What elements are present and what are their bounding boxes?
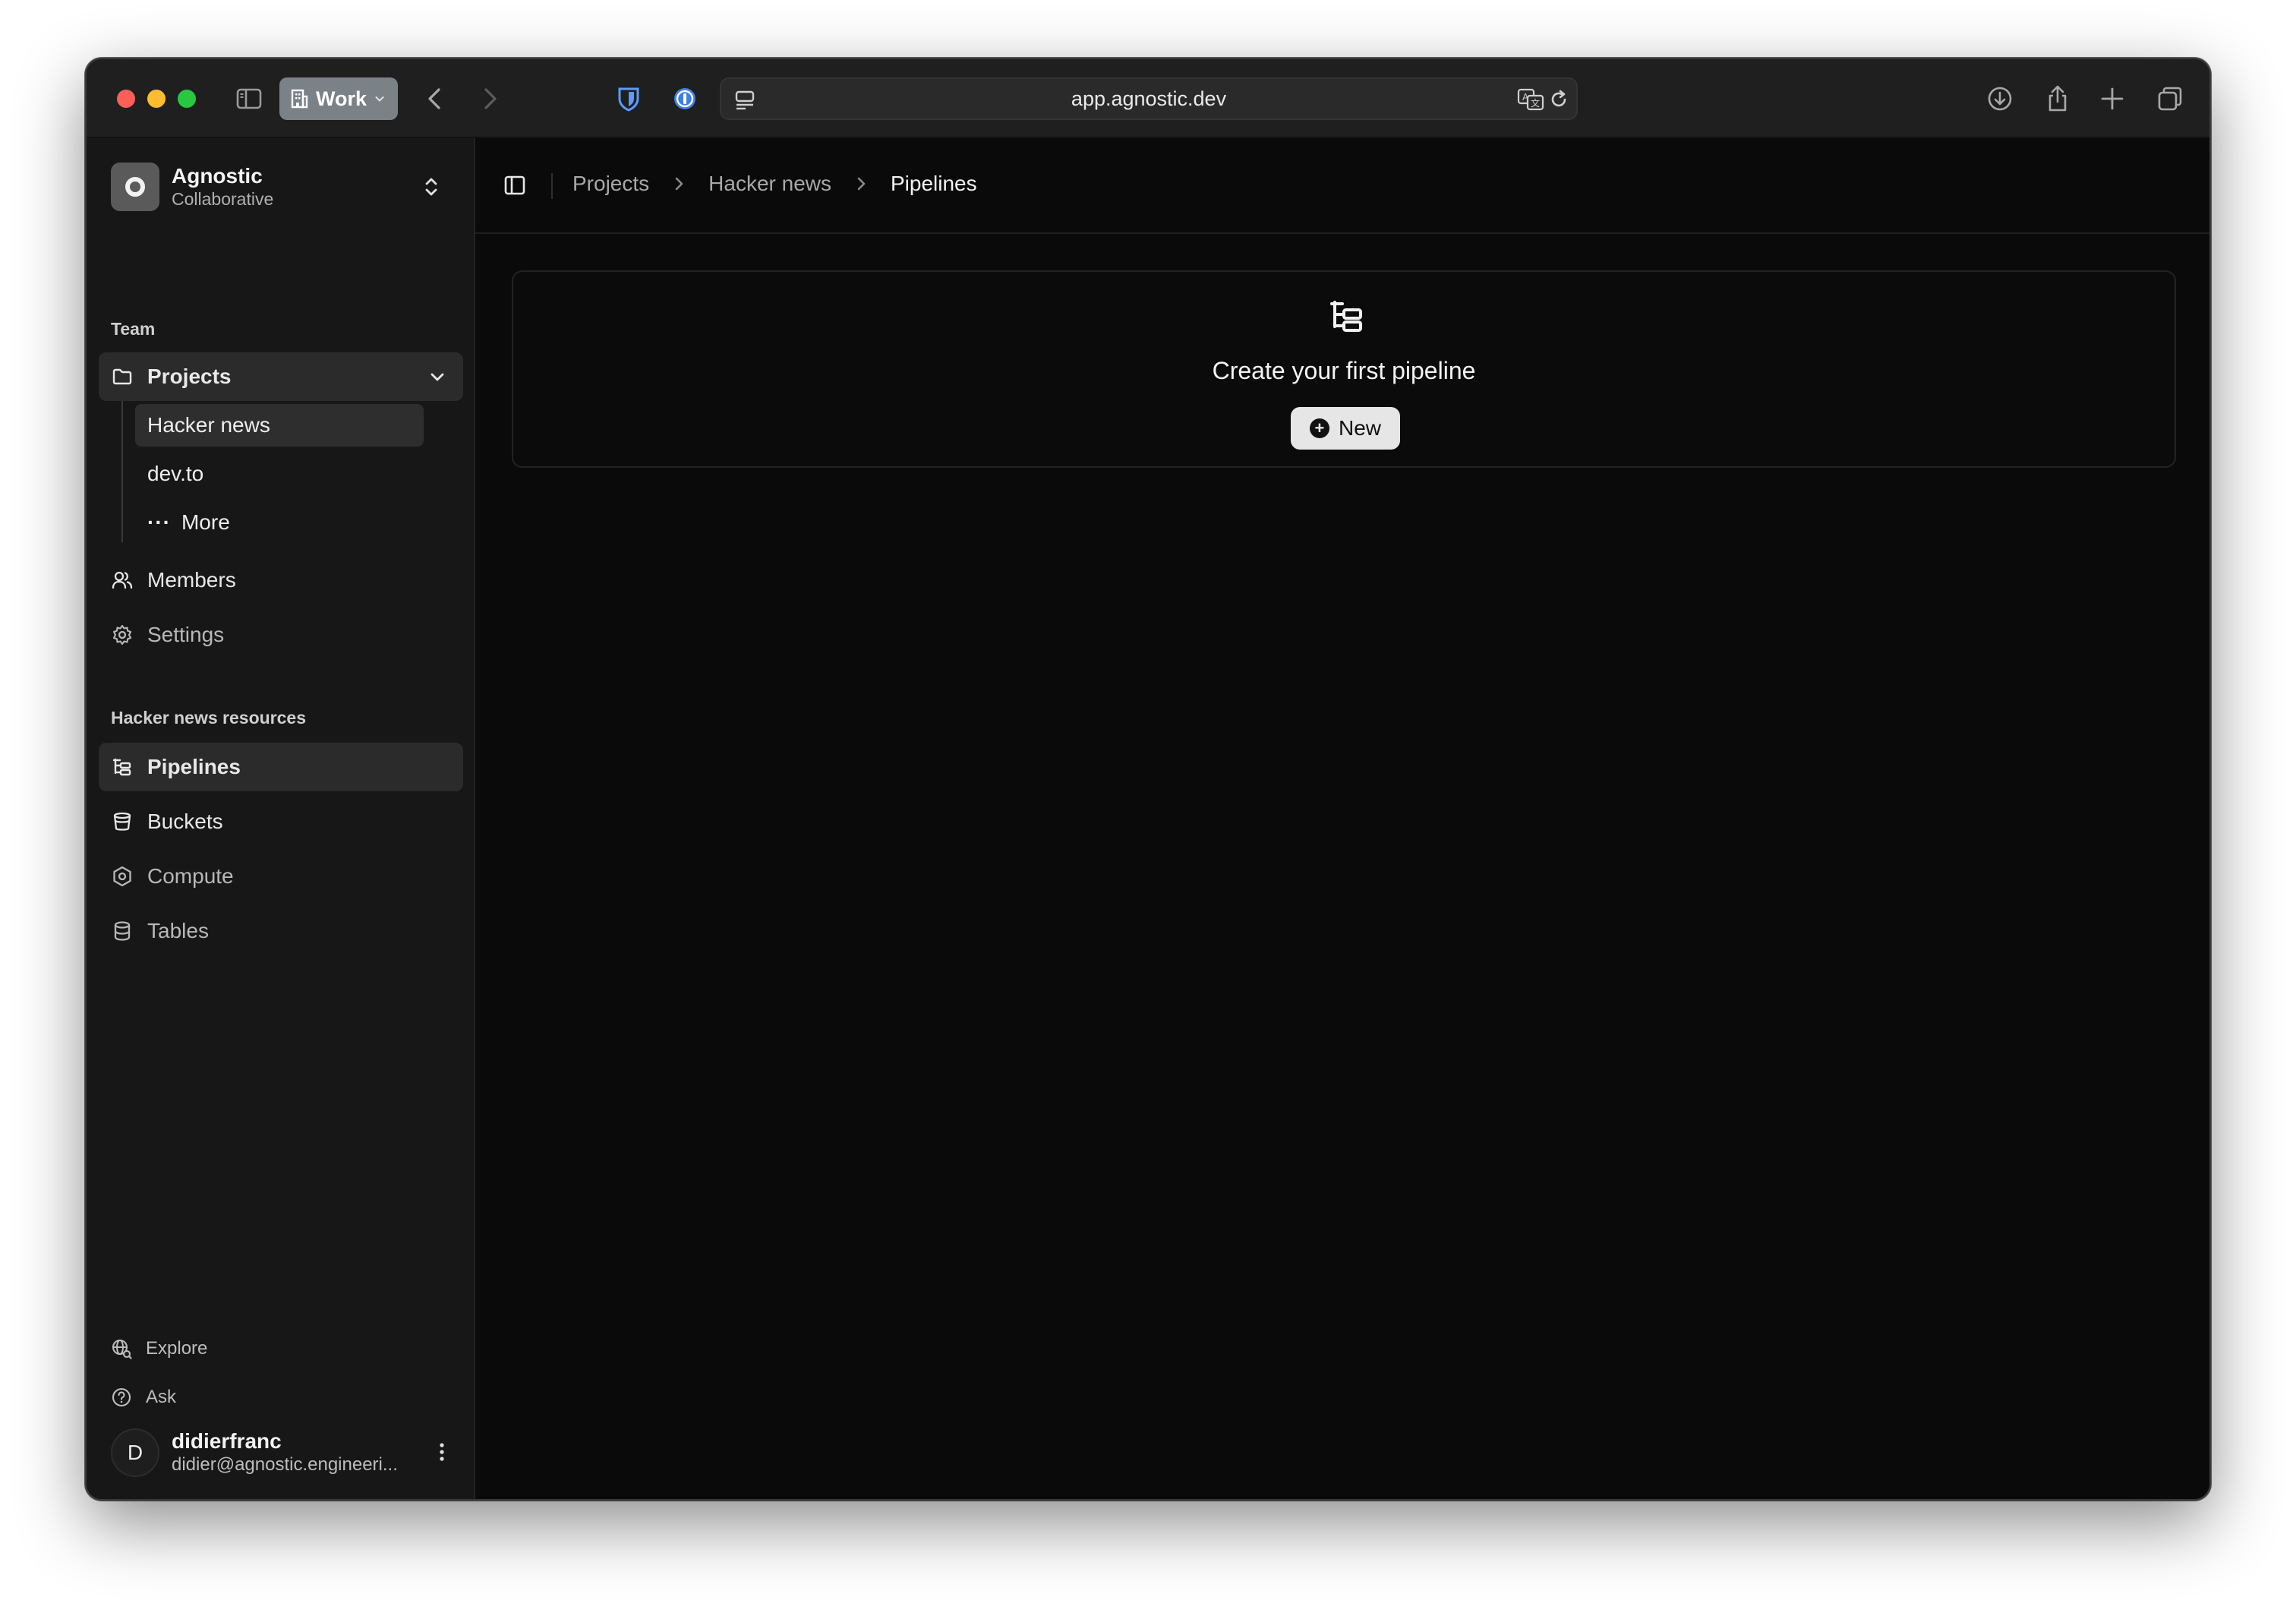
page-header: Projects Hacker news Pipelines (475, 138, 2209, 234)
projects-more-button[interactable]: ··· More (135, 501, 424, 544)
download-icon[interactable] (1983, 82, 2017, 115)
project-item-dev-to[interactable]: dev.to (135, 453, 424, 495)
onepassword-icon[interactable] (668, 82, 702, 115)
page-menu-icon[interactable] (732, 87, 758, 112)
new-pipeline-button[interactable]: + New (1291, 407, 1400, 450)
forward-icon[interactable] (472, 82, 506, 115)
user-name: didierfranc (172, 1429, 282, 1453)
sidebar-item-pipelines[interactable]: Pipelines (99, 743, 463, 791)
more-dots-icon: ··· (147, 510, 171, 534)
sidebar-item-label: Pipelines (147, 755, 241, 778)
globe-search-icon (112, 1339, 132, 1359)
projects-tree-line (121, 401, 123, 542)
org-name: Agnostic (172, 164, 263, 188)
ask-label: Ask (146, 1387, 177, 1407)
app-sidebar: Agnostic Collaborative Team Projects Hac… (87, 138, 475, 1499)
sidebar-item-compute[interactable]: Compute (99, 852, 463, 901)
breadcrumb: Projects Hacker news Pipelines (572, 172, 977, 196)
sidebar-item-label: Buckets (147, 810, 223, 833)
sidebar-item-tables[interactable]: Tables (99, 907, 463, 955)
chevron-right-icon (857, 177, 866, 191)
folder-icon (112, 368, 132, 385)
hexagon-icon (113, 866, 131, 887)
tab-group-button[interactable]: Work (279, 77, 398, 120)
sidebar-icon[interactable] (232, 82, 266, 115)
pipeline-icon (1330, 301, 1362, 332)
chevron-up-down-icon (425, 178, 437, 196)
tab-group-label: Work (316, 87, 367, 110)
main-content: Projects Hacker news Pipelines Create yo… (475, 138, 2209, 1499)
plus-circle-icon: + (1309, 418, 1329, 438)
chevron-down-icon (430, 373, 444, 381)
sidebar-item-label: Compute (147, 864, 234, 888)
org-logo (111, 163, 159, 211)
tabs-overview-icon[interactable] (2153, 82, 2187, 115)
database-icon (114, 921, 131, 941)
more-label: More (181, 510, 230, 534)
svg-text:文: 文 (1531, 97, 1540, 109)
sidebar-item-label: Projects (147, 365, 232, 388)
pipeline-icon (112, 758, 131, 776)
building-icon (291, 89, 308, 109)
sidebar-item-projects[interactable]: Projects (99, 352, 463, 401)
chevron-right-icon (675, 177, 683, 191)
more-vertical-icon[interactable] (430, 1440, 454, 1464)
chevron-down-icon (375, 96, 384, 102)
users-icon (112, 571, 133, 589)
avatar: D (111, 1428, 159, 1477)
bucket-icon (113, 812, 131, 831)
minimize-window-button[interactable] (147, 90, 166, 108)
address-bar[interactable]: app.agnostic.dev A文 (720, 77, 1578, 120)
sidebar-item-label: Tables (147, 919, 209, 942)
sidebar-ask-link[interactable]: Ask (99, 1376, 463, 1419)
reload-icon[interactable] (1547, 88, 1570, 111)
bitwarden-icon[interactable] (612, 82, 645, 115)
sidebar-explore-link[interactable]: Explore (99, 1327, 463, 1370)
new-button-label: New (1338, 416, 1381, 440)
sidebar-item-label: Settings (147, 623, 225, 646)
help-circle-icon (112, 1387, 131, 1407)
empty-state-title: Create your first pipeline (1212, 357, 1476, 384)
org-subtitle: Collaborative (172, 189, 274, 209)
browser-toolbar: Work app.agnostic.dev A文 (87, 59, 2209, 138)
close-window-button[interactable] (117, 90, 135, 108)
header-divider (551, 173, 553, 199)
sidebar-item-buckets[interactable]: Buckets (99, 797, 463, 846)
user-profile[interactable]: D didierfranc didier@agnostic.engineeri.… (111, 1425, 457, 1481)
share-icon[interactable] (2041, 82, 2074, 115)
empty-state-card: Create your first pipeline + New (512, 270, 2176, 468)
new-tab-icon[interactable] (2096, 82, 2129, 115)
project-item-label: Hacker news (147, 413, 270, 437)
sidebar-toggle-icon[interactable] (503, 173, 527, 197)
org-switcher[interactable]: Agnostic Collaborative (111, 161, 451, 213)
breadcrumb-projects[interactable]: Projects (572, 172, 649, 196)
browser-window: Work app.agnostic.dev A文 Agnostic Collab… (85, 58, 2211, 1501)
breadcrumb-pipelines: Pipelines (891, 172, 977, 195)
back-icon[interactable] (419, 82, 453, 115)
project-item-hacker-news[interactable]: Hacker news (135, 404, 424, 447)
translate-icon[interactable]: A文 (1517, 87, 1544, 112)
gear-icon (112, 624, 132, 646)
resources-section-label: Hacker news resources (111, 708, 306, 728)
user-email: didier@agnostic.engineeri... (172, 1454, 398, 1475)
url-text: app.agnostic.dev (1071, 87, 1227, 110)
sidebar-item-label: Members (147, 568, 236, 592)
zoom-window-button[interactable] (178, 90, 196, 108)
sidebar-item-settings[interactable]: Settings (99, 611, 463, 659)
sidebar-item-members[interactable]: Members (99, 556, 463, 604)
team-section-label: Team (111, 319, 156, 339)
breadcrumb-hacker-news[interactable]: Hacker news (708, 172, 831, 196)
explore-label: Explore (146, 1338, 208, 1359)
project-item-label: dev.to (147, 462, 204, 485)
